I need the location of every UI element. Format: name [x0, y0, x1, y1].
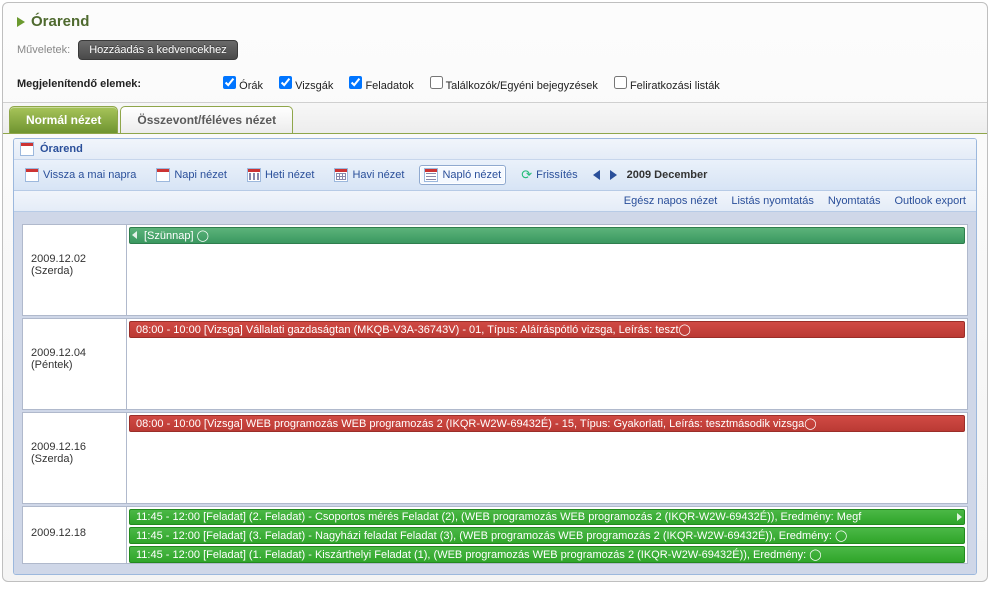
calendar-today-icon — [25, 168, 39, 182]
calendar-month-icon — [334, 168, 348, 182]
calendar-event[interactable]: 08:00 - 10:00 [Vizsga] Vállalati gazdasá… — [129, 321, 965, 338]
day-label: 2009.12.04(Péntek) — [22, 318, 126, 410]
refresh-label: Frissítés — [536, 169, 578, 181]
event-text: 11:45 - 12:00 [Feladat] (2. Feladat) - C… — [136, 511, 861, 523]
filter-vizsgak-checkbox[interactable] — [279, 76, 292, 89]
month-view-button[interactable]: Havi nézet — [329, 165, 409, 185]
day-view-button[interactable]: Napi nézet — [151, 165, 232, 185]
filter-feliratkozasi-checkbox[interactable] — [614, 76, 627, 89]
refresh-button[interactable]: ⟳ Frissítés — [516, 164, 582, 186]
filter-orak-checkbox[interactable] — [223, 76, 236, 89]
filter-label: Megjelenítendő elemek: — [17, 78, 141, 90]
event-cont-left-icon — [132, 231, 137, 239]
filter-talalkozok-checkbox[interactable] — [430, 76, 443, 89]
day-row: 2009.12.16(Szerda) 08:00 - 10:00 [Vizsga]… — [22, 412, 968, 504]
calendar-icon — [20, 142, 34, 156]
arrow-right-icon — [17, 17, 25, 27]
filter-feliratkozasi-label: Feliratkozási listák — [630, 80, 720, 92]
operations-label: Műveletek: — [17, 44, 70, 56]
calendar-event[interactable]: 11:45 - 12:00 [Feladat] (3. Feladat) - N… — [129, 527, 965, 544]
event-text: 11:45 - 12:00 [Feladat] (1. Feladat) - K… — [136, 549, 822, 561]
calendar-event[interactable]: [Szünnap] ◯ — [129, 227, 965, 244]
refresh-icon: ⟳ — [521, 167, 532, 183]
day-label: 2009.12.02(Szerda) — [22, 224, 126, 316]
calendar-event[interactable]: 08:00 - 10:00 [Vizsga] WEB programozás W… — [129, 415, 965, 432]
calendar-title: Órarend — [40, 143, 83, 155]
list-print-button[interactable]: Listás nyomtatás — [731, 195, 814, 207]
month-view-label: Havi nézet — [352, 169, 404, 181]
calendar-body: 2009.12.02(Szerda)[Szünnap] ◯2009.12.04(… — [14, 212, 976, 574]
day-row: 2009.12.04(Péntek) 08:00 - 10:00 [Vizsga]… — [22, 318, 968, 410]
calendar-day-icon — [156, 168, 170, 182]
filter-feliratkozasi[interactable]: Feliratkozási listák — [614, 76, 720, 92]
main-panel: Órarend Műveletek: Hozzáadás a kedvencek… — [2, 2, 988, 582]
filter-row: Megjelenítendő elemek: Órák Vizsgák Fela… — [3, 68, 987, 102]
event-text: 11:45 - 12:00 [Feladat] (3. Feladat) - N… — [136, 530, 847, 542]
event-cont-right-icon — [957, 513, 962, 521]
day-date: 2009.12.18 — [31, 527, 118, 539]
add-to-favorites-button[interactable]: Hozzáadás a kedvencekhez — [78, 40, 238, 60]
filter-vizsgak-label: Vizsgák — [295, 80, 333, 92]
calendar-panel: Órarend Vissza a mai napra Napi nézet He… — [13, 138, 977, 575]
day-date: 2009.12.04 — [31, 347, 118, 359]
calendar-log-icon — [424, 168, 438, 182]
operations-row: Műveletek: Hozzáadás a kedvencekhez — [3, 34, 987, 68]
log-view-label: Napló nézet — [442, 169, 501, 181]
event-text: 08:00 - 10:00 [Vizsga] Vállalati gazdasá… — [136, 324, 691, 336]
day-row: 2009.12.02(Szerda) [Szünnap] ◯ — [22, 224, 968, 316]
day-content: [Szünnap] ◯ — [126, 224, 968, 316]
filter-orak[interactable]: Órák — [223, 76, 263, 92]
event-text: 08:00 - 10:00 [Vizsga] WEB programozás W… — [136, 418, 817, 430]
tab-normal[interactable]: Normál nézet — [9, 106, 118, 133]
day-dow: (Szerda) — [31, 265, 118, 277]
calendar-event[interactable]: 11:45 - 12:00 [Feladat] (2. Feladat) - C… — [129, 509, 965, 525]
page-title-row: Órarend — [3, 3, 987, 34]
filter-feladatok[interactable]: Feladatok — [349, 76, 413, 92]
filter-talalkozok-label: Találkozók/Egyéni bejegyzések — [446, 80, 598, 92]
filter-talalkozok[interactable]: Találkozók/Egyéni bejegyzések — [430, 76, 598, 92]
day-date: 2009.12.16 — [31, 441, 118, 453]
event-text: [Szünnap] ◯ — [144, 230, 209, 242]
day-row: 2009.12.18 11:45 - 12:00 [Feladat] (2. Fe… — [22, 506, 968, 564]
filter-vizsgak[interactable]: Vizsgák — [279, 76, 333, 92]
date-range-label: 2009 December — [627, 169, 708, 181]
day-label: 2009.12.18 — [22, 506, 126, 564]
calendar-subtoolbar: Egész napos nézet Listás nyomtatás Nyomt… — [14, 191, 976, 212]
calendar-event[interactable]: 11:45 - 12:00 [Feladat] (1. Feladat) - K… — [129, 546, 965, 563]
next-month-button[interactable] — [610, 170, 617, 180]
day-label: 2009.12.16(Szerda) — [22, 412, 126, 504]
tabs-bar: Normál nézet Összevont/féléves nézet — [3, 102, 987, 134]
day-dow: (Szerda) — [31, 453, 118, 465]
tab-osszevont[interactable]: Összevont/féléves nézet — [120, 106, 293, 133]
calendar-toolbar: Vissza a mai napra Napi nézet Heti nézet… — [14, 160, 976, 191]
week-view-button[interactable]: Heti nézet — [242, 165, 320, 185]
print-button[interactable]: Nyomtatás — [828, 195, 881, 207]
day-date: 2009.12.02 — [31, 253, 118, 265]
calendar-titlebar: Órarend — [14, 139, 976, 160]
day-content: 08:00 - 10:00 [Vizsga] Vállalati gazdasá… — [126, 318, 968, 410]
prev-month-button[interactable] — [593, 170, 600, 180]
day-content: 11:45 - 12:00 [Feladat] (2. Feladat) - C… — [126, 506, 968, 564]
log-view-button[interactable]: Napló nézet — [419, 165, 506, 185]
allday-view-button[interactable]: Egész napos nézet — [624, 195, 718, 207]
filter-orak-label: Órák — [239, 80, 263, 92]
outlook-export-button[interactable]: Outlook export — [894, 195, 966, 207]
calendar-week-icon — [247, 168, 261, 182]
day-dow: (Péntek) — [31, 359, 118, 371]
day-content: 08:00 - 10:00 [Vizsga] WEB programozás W… — [126, 412, 968, 504]
day-view-label: Napi nézet — [174, 169, 227, 181]
week-view-label: Heti nézet — [265, 169, 315, 181]
filter-feladatok-label: Feladatok — [365, 80, 413, 92]
filter-feladatok-checkbox[interactable] — [349, 76, 362, 89]
page-title: Órarend — [31, 13, 89, 30]
today-button[interactable]: Vissza a mai napra — [20, 165, 141, 185]
today-label: Vissza a mai napra — [43, 169, 136, 181]
